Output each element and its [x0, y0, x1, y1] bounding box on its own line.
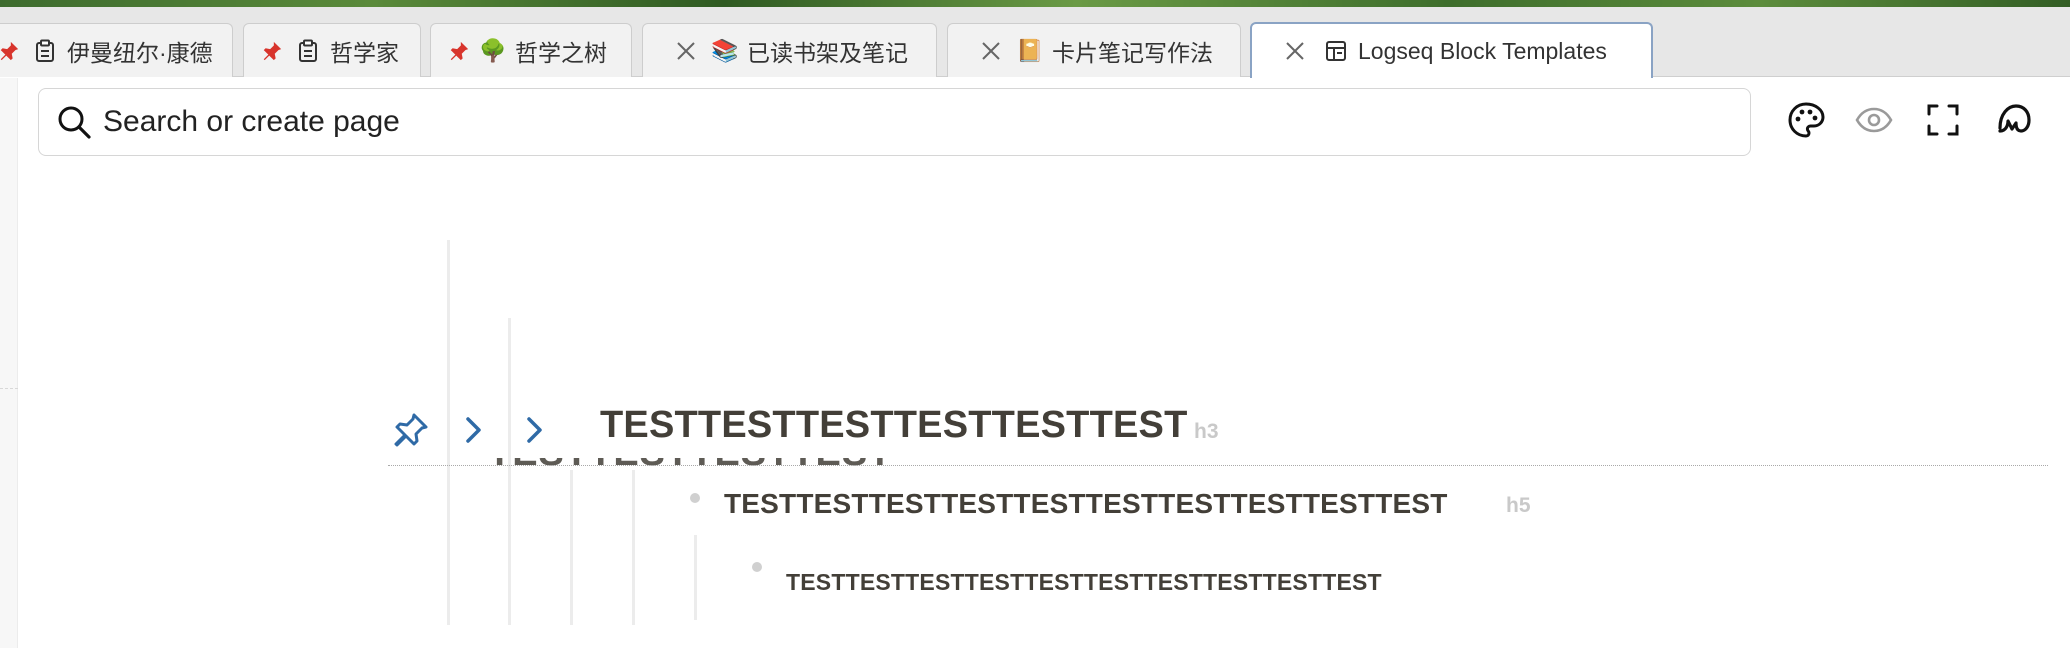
outline-guide — [508, 318, 511, 625]
tab-label: 已读书架及笔记 — [747, 39, 908, 66]
close-icon[interactable] — [673, 38, 699, 64]
tab-kant[interactable]: 伊曼纽尔·康德 — [0, 23, 233, 77]
palette-icon[interactable] — [1786, 100, 1826, 140]
rail-divider — [0, 388, 18, 389]
pin-icon[interactable] — [258, 37, 286, 65]
tab-philosophers[interactable]: 哲学家 — [243, 23, 421, 77]
window-top-strip — [0, 0, 2070, 7]
outline-guide — [570, 470, 573, 625]
block-heading-h5[interactable]: TESTTESTTESTTESTTESTTESTTESTTESTTESTTEST — [724, 488, 1448, 520]
outline-guide — [447, 240, 450, 625]
search-bar[interactable]: Search or create page — [38, 88, 1751, 156]
block-heading-h6[interactable]: TESTTESTTESTTESTTESTTESTTESTTESTTESTTEST — [786, 569, 1382, 596]
tab-bar: 伊曼纽尔·康德 哲学家 🌳 哲学之树 📚 已读书架及笔记 📔 卡片笔记写作法 L… — [0, 7, 2070, 78]
tab-read-books[interactable]: 📚 已读书架及笔记 — [642, 23, 937, 77]
tab-label: 哲学之树 — [515, 39, 607, 66]
tab-logseq-block-templates[interactable]: Logseq Block Templates — [1250, 22, 1653, 78]
close-icon[interactable] — [1282, 38, 1308, 64]
search-icon — [58, 106, 91, 139]
books-emoji-icon: 📚 — [711, 37, 739, 63]
block-bullet[interactable] — [752, 562, 762, 572]
heading-level-tag: h5 — [1506, 494, 1531, 517]
template-icon — [1322, 37, 1350, 65]
heading-level-tag: h3 — [1194, 420, 1219, 443]
tree-emoji-icon: 🌳 — [479, 37, 507, 63]
tab-philosophy-tree[interactable]: 🌳 哲学之树 — [430, 23, 632, 77]
clipboard-icon — [31, 37, 59, 65]
left-sidebar-rail[interactable] — [0, 78, 18, 648]
fullscreen-icon[interactable] — [1923, 100, 1963, 140]
pin-icon[interactable] — [392, 411, 430, 449]
tab-card-notes[interactable]: 📔 卡片笔记写作法 — [947, 23, 1241, 77]
tab-label: Logseq Block Templates — [1358, 37, 1607, 64]
block-divider — [388, 465, 2048, 466]
card-emoji-icon: 📔 — [1016, 37, 1044, 63]
chevron-right-icon[interactable] — [519, 413, 549, 447]
block-bullet[interactable] — [690, 493, 700, 503]
clipboard-icon — [294, 37, 322, 65]
tab-label: 伊曼纽尔·康德 — [67, 39, 213, 66]
outline-guide — [694, 535, 697, 620]
search-input[interactable]: Search or create page — [103, 105, 400, 139]
tab-label: 哲学家 — [330, 39, 399, 66]
logseq-logo-icon[interactable] — [1994, 100, 2034, 140]
outline-guide — [632, 470, 635, 625]
pin-icon[interactable] — [0, 37, 23, 65]
pin-icon[interactable] — [445, 37, 473, 65]
block-heading-h3[interactable]: TESTTESTTESTTESTTESTTEST — [600, 404, 1188, 447]
tab-label: 卡片笔记写作法 — [1052, 39, 1213, 66]
eye-icon[interactable] — [1854, 100, 1894, 140]
close-icon[interactable] — [978, 38, 1004, 64]
chevron-right-icon[interactable] — [458, 413, 488, 447]
